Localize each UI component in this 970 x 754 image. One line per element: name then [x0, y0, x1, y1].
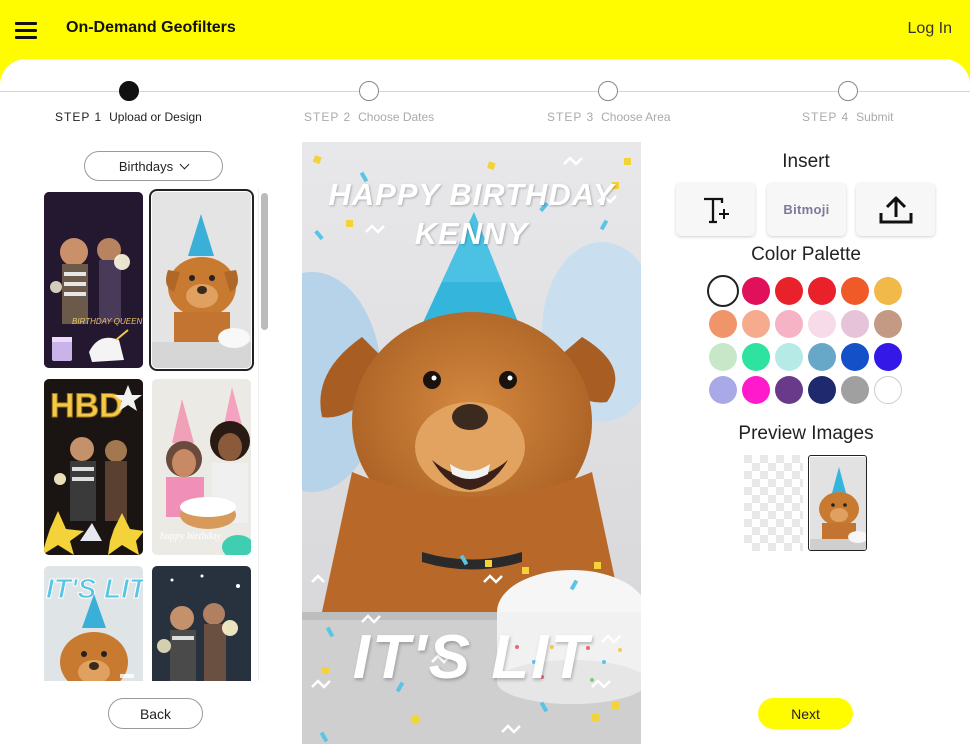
color-swatch[interactable] — [709, 310, 737, 338]
color-swatch[interactable] — [808, 277, 836, 305]
template-sparklers[interactable] — [152, 566, 251, 681]
chevron-down-icon — [179, 159, 190, 169]
step-4-label[interactable]: STEP 4 Submit — [802, 110, 894, 124]
color-swatch[interactable] — [874, 343, 902, 371]
step-connector — [138, 91, 360, 92]
step-2-dot[interactable] — [359, 81, 379, 101]
color-swatch[interactable] — [841, 277, 869, 305]
template-its-lit-dog[interactable]: IT'S LIT — [44, 566, 143, 681]
step-3-label[interactable]: STEP 3 Choose Area — [547, 110, 671, 124]
step-connector — [378, 91, 599, 92]
category-dropdown[interactable]: Birthdays — [84, 151, 223, 181]
canvas-headline-line2[interactable]: KENNY — [302, 215, 641, 253]
step-connector — [857, 91, 970, 92]
color-swatch[interactable] — [874, 277, 902, 305]
template-grid: BIRTHDAY QUEEN HBD happy birthday IT'S L… — [43, 189, 257, 681]
color-swatch[interactable] — [775, 343, 803, 371]
color-swatch[interactable] — [709, 376, 737, 404]
step-3-dot[interactable] — [598, 81, 618, 101]
color-swatch[interactable] — [775, 277, 803, 305]
step-1-dot[interactable] — [119, 81, 139, 101]
step-2-label[interactable]: STEP 2 Choose Dates — [304, 110, 434, 124]
next-button[interactable]: Next — [758, 698, 853, 729]
preview-images-heading: Preview Images — [738, 423, 874, 444]
color-swatch[interactable] — [742, 343, 770, 371]
template-scrollbar-thumb[interactable] — [261, 193, 268, 330]
step-connector — [0, 91, 120, 92]
insert-text-tool[interactable] — [676, 183, 755, 236]
template-birthday-queen-text: BIRTHDAY QUEEN — [72, 317, 142, 326]
template-dog-party-hat[interactable] — [149, 189, 254, 371]
step-connector — [617, 91, 838, 92]
back-button[interactable]: Back — [108, 698, 203, 729]
canvas-bottom-text[interactable]: IT'S LIT — [302, 622, 641, 693]
color-swatch[interactable] — [808, 343, 836, 371]
template-birthday-queen[interactable]: BIRTHDAY QUEEN — [44, 192, 143, 368]
color-swatch[interactable] — [841, 343, 869, 371]
login-link[interactable]: Log In — [908, 20, 952, 38]
bitmoji-icon: Bitmoji — [783, 202, 830, 217]
color-swatch[interactable] — [742, 277, 770, 305]
geofilter-canvas[interactable]: HAPPY BIRTHDAY KENNY IT'S LIT — [302, 142, 641, 744]
color-swatch[interactable] — [775, 310, 803, 338]
step-1-label[interactable]: STEP 1 Upload or Design — [55, 110, 202, 124]
hamburger-menu-icon[interactable] — [15, 21, 37, 39]
template-hbd-text: HBD — [50, 387, 124, 425]
color-swatch[interactable] — [841, 310, 869, 338]
template-hbd[interactable]: HBD — [44, 379, 143, 555]
color-swatch[interactable] — [874, 376, 902, 404]
template-girl-cake-text: happy birthday — [160, 531, 221, 542]
step-4-dot[interactable] — [838, 81, 858, 101]
color-swatch[interactable] — [808, 310, 836, 338]
color-swatch[interactable] — [874, 310, 902, 338]
preview-dog-image — [810, 457, 866, 550]
color-swatch[interactable] — [707, 275, 739, 307]
text-plus-icon — [703, 197, 729, 223]
preview-photo-thumb[interactable] — [808, 455, 867, 551]
color-swatch[interactable] — [742, 376, 770, 404]
canvas-headline-line1[interactable]: HAPPY BIRTHDAY — [302, 176, 641, 214]
color-swatch[interactable] — [709, 343, 737, 371]
insert-bitmoji-tool[interactable]: Bitmoji — [767, 183, 846, 236]
category-dropdown-value: Birthdays — [118, 158, 174, 174]
app-title: On-Demand Geofilters — [66, 19, 236, 36]
color-swatch[interactable] — [841, 376, 869, 404]
transparent-checker-icon — [744, 455, 803, 551]
insert-heading: Insert — [782, 151, 830, 172]
color-swatch[interactable] — [775, 376, 803, 404]
insert-upload-tool[interactable] — [856, 183, 935, 236]
upload-icon — [879, 196, 912, 223]
color-palette-heading: Color Palette — [751, 244, 861, 265]
color-swatch[interactable] — [742, 310, 770, 338]
preview-transparent-thumb[interactable] — [744, 455, 803, 551]
color-swatch[interactable] — [808, 376, 836, 404]
top-bar: On-Demand Geofilters Log In — [0, 0, 970, 62]
template-girl-cake[interactable]: happy birthday — [152, 379, 251, 555]
